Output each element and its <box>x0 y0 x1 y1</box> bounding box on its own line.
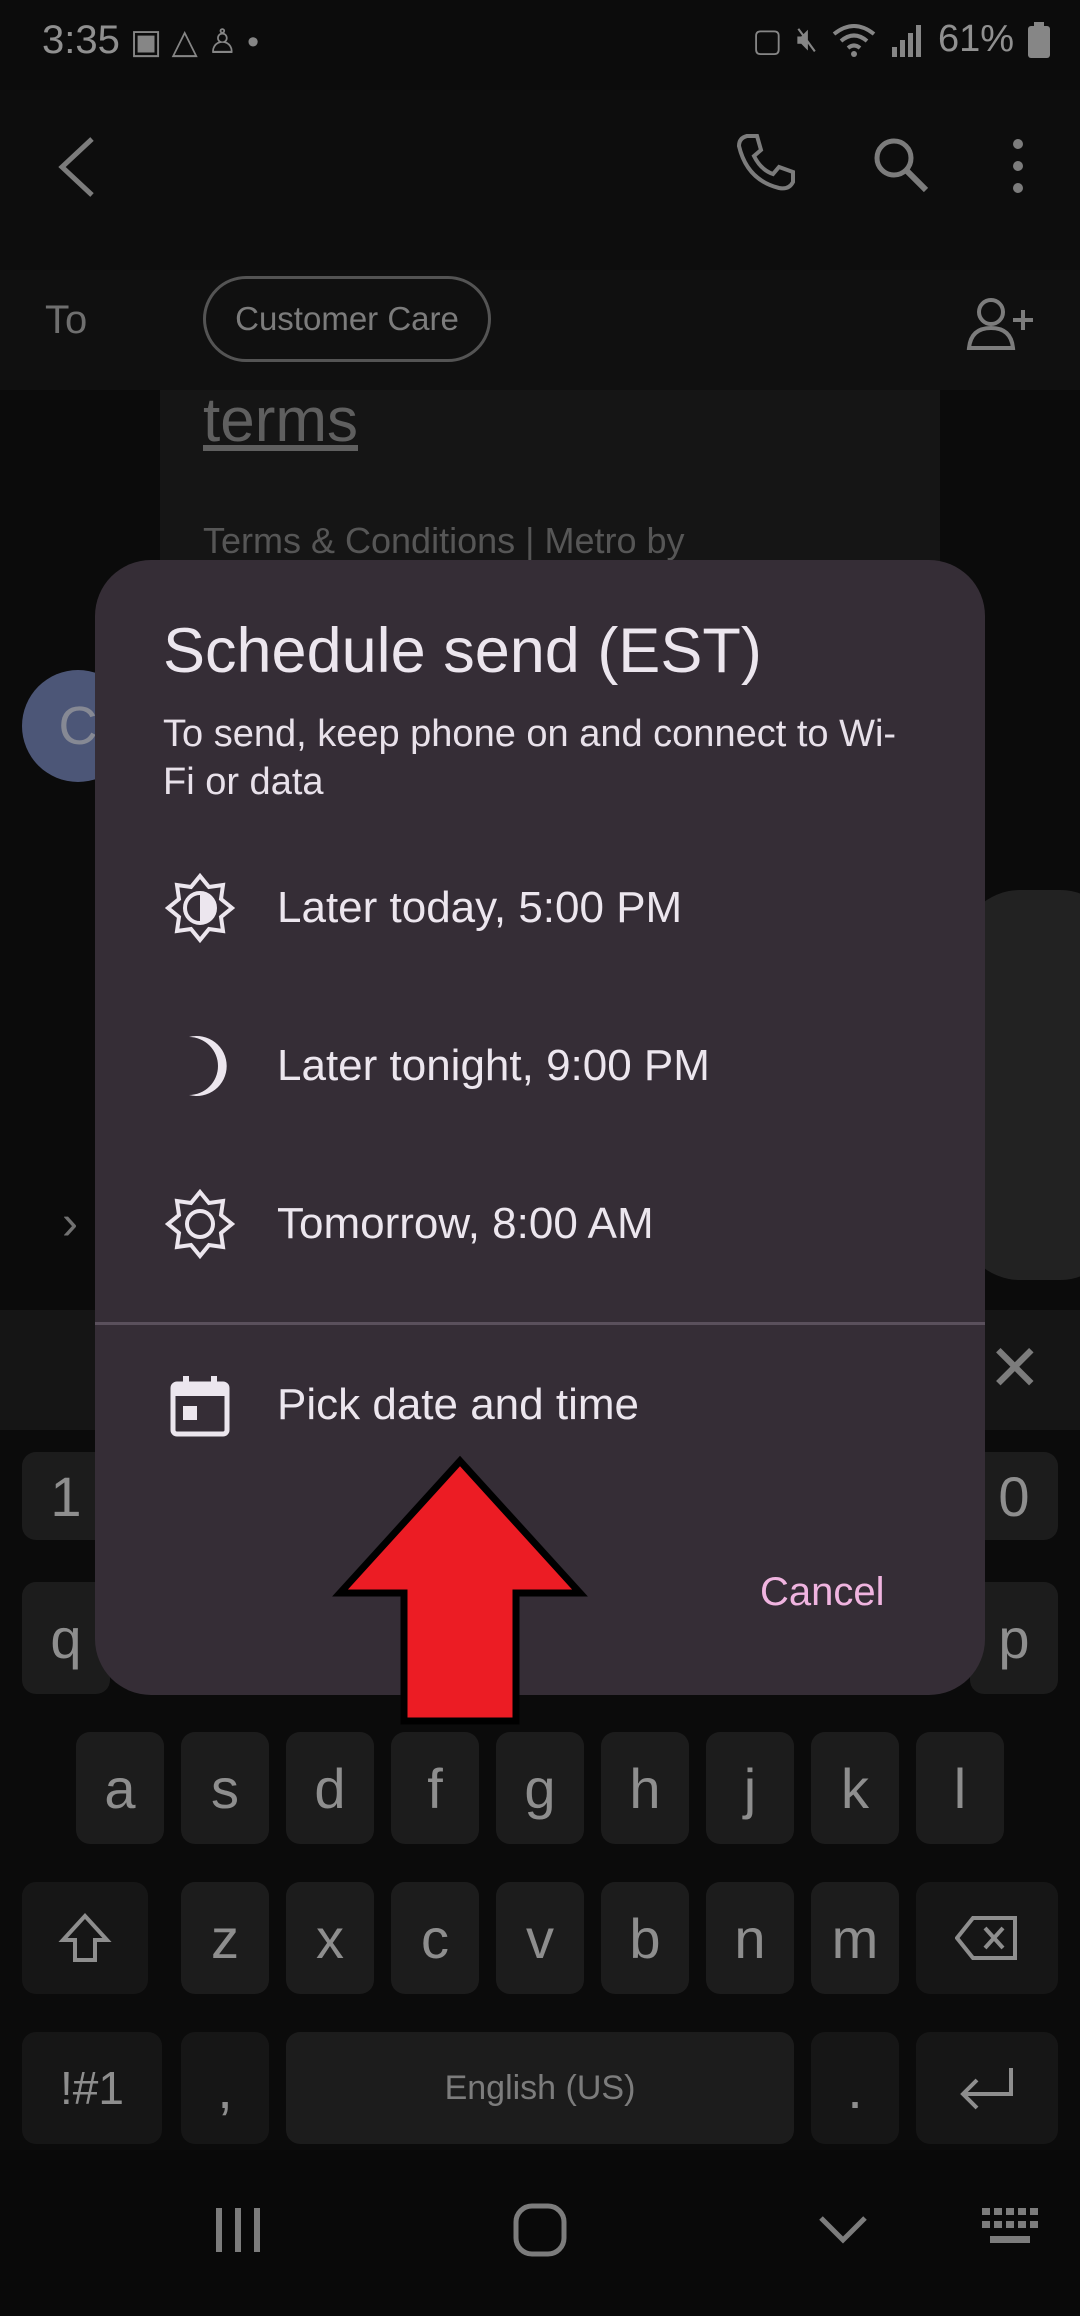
option-tomorrow[interactable]: Tomorrow, 8:00 AM <box>95 1149 985 1299</box>
sunrise-icon <box>163 1187 237 1261</box>
dialog-subtitle: To send, keep phone on and connect to Wi… <box>163 713 897 803</box>
dialog-divider <box>95 1322 985 1325</box>
cancel-button[interactable]: Cancel <box>740 1560 905 1625</box>
option-later-today[interactable]: Later today, 5:00 PM <box>95 833 985 983</box>
dialog-title: Schedule send (EST) <box>163 616 762 686</box>
option-later-tonight[interactable]: Later tonight, 9:00 PM <box>95 991 985 1141</box>
option-label: Later today, 5:00 PM <box>277 883 683 932</box>
option-label: Tomorrow, 8:00 AM <box>277 1199 654 1248</box>
sun-icon <box>163 871 237 945</box>
annotation-arrow-icon <box>332 1455 588 1725</box>
moon-icon <box>163 1029 237 1103</box>
option-label: Pick date and time <box>277 1380 639 1429</box>
option-label: Later tonight, 9:00 PM <box>277 1041 710 1090</box>
calendar-icon <box>163 1368 237 1442</box>
